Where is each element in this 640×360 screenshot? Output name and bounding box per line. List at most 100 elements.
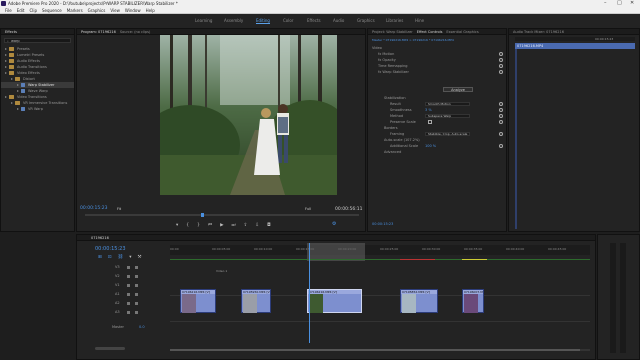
ec-section-row[interactable]: fx Warp Stabilizer [370,69,506,75]
workspace-graphics[interactable]: Graphics [357,18,375,23]
maximize-button[interactable]: □ [617,0,622,7]
tab-source[interactable]: Source: (no clips) [120,30,150,34]
workspace-hine[interactable]: Hine [415,18,424,23]
tab-effect-controls[interactable]: Effect Controls [417,30,443,34]
timeline-clip-selected[interactable]: 07196216.MP4 [V] [307,289,362,313]
track-header[interactable]: A3 [91,310,169,318]
quality-dropdown[interactable]: Full [305,207,311,211]
tab-sequence[interactable]: 07196216 [91,236,109,240]
ec-param-value[interactable]: 100 % [425,144,436,148]
timeline-horizontal-scrollbar[interactable] [170,349,590,351]
mute-icon[interactable] [127,302,130,305]
workspace-audio[interactable]: Audio [333,18,344,23]
minimize-button[interactable]: – [604,0,607,7]
program-current-timecode[interactable]: 00:00:15:23 [80,206,107,211]
mark-in-icon[interactable]: { [186,223,189,228]
ec-param-dropdown[interactable]: Stabilize, Crop, Auto-scale [425,131,470,137]
expand-triangle-icon[interactable] [5,60,7,62]
expand-triangle-icon[interactable] [5,72,7,74]
track-header[interactable]: V1 [91,283,169,291]
extract-icon[interactable]: ⇩ [255,223,259,228]
ec-param-dropdown[interactable]: Smooth Motion [425,101,470,107]
reset-icon[interactable] [499,102,503,106]
tab-essential-graphics[interactable]: Essential Graphics [446,30,478,34]
reset-icon[interactable] [499,70,503,74]
expand-triangle-icon[interactable] [5,54,7,56]
program-video-frame[interactable] [160,35,337,195]
eye-icon[interactable] [127,275,130,278]
program-playhead[interactable] [201,213,204,217]
workspace-libraries[interactable]: Libraries [386,18,403,23]
reset-icon[interactable] [499,114,503,118]
timeline-clip[interactable]: 07195950.MP4 [V] [241,289,271,313]
menu-view[interactable]: View [110,8,120,13]
track-header[interactable]: A2 [91,301,169,309]
reset-icon[interactable] [499,132,503,136]
add-marker-timeline-icon[interactable]: ▾ [129,255,131,260]
timeline-clip[interactable]: 07196007.MP4 [V] [462,289,484,313]
expand-triangle-icon[interactable] [17,84,19,86]
tab-effects[interactable]: Effects [5,30,17,34]
effects-tree-item[interactable]: VR Warp [1,106,74,112]
menu-file[interactable]: File [5,8,12,13]
expand-triangle-icon[interactable] [5,48,7,50]
lift-icon[interactable]: ⇪ [244,223,248,228]
tab-audio-track-mixer[interactable]: Audio Track Mixer: 07196216 [513,30,564,34]
expand-triangle-icon[interactable] [11,78,13,80]
preserve-scale-checkbox[interactable] [428,120,432,124]
step-back-icon[interactable]: ⏮ [208,222,212,228]
reset-icon[interactable] [499,108,503,112]
track-header[interactable]: V2 [91,274,169,282]
export-frame-icon[interactable]: ◘ [267,223,271,228]
workspace-assembly[interactable]: Assembly [224,18,243,23]
timeline-clip[interactable]: 07195852.MP4 [V] [400,289,438,313]
reset-icon[interactable] [499,58,503,62]
eye-icon[interactable] [127,266,130,269]
reset-icon[interactable] [499,52,503,56]
track-header[interactable]: V3 [91,265,169,273]
expand-triangle-icon[interactable] [11,102,13,104]
tab-project[interactable]: Project: Warp Stabilizer [372,30,413,34]
ec-param-dropdown[interactable]: Subspace Warp [425,113,470,119]
timeline-ruler[interactable]: 00:00 00:00:05:00 00:00:10:00 00:00:15:00 00… [170,245,590,255]
step-forward-icon[interactable]: ⏭ [232,222,236,228]
mini-clip[interactable]: 07196216.MP4 [515,43,635,49]
mute-icon[interactable] [127,293,130,296]
menu-graphics[interactable]: Graphics [88,8,106,13]
program-scrubber[interactable] [85,213,359,217]
solo-icon[interactable] [135,302,138,305]
workspace-learning[interactable]: Learning [195,18,212,23]
eye-icon[interactable] [127,284,130,287]
effects-search-input[interactable]: ⌕ warp [4,38,71,43]
reset-icon[interactable] [499,120,503,124]
workspace-editing[interactable]: Editing [256,18,270,24]
workspace-color[interactable]: Color [283,18,293,23]
close-button[interactable]: ✕ [630,0,634,7]
nest-icon[interactable]: ⊞ [98,255,102,260]
linked-selection-icon[interactable]: ⛓ [118,255,124,260]
ec-param-value[interactable]: 3 % [425,108,432,112]
expand-triangle-icon[interactable] [5,66,7,68]
menu-markers[interactable]: Markers [67,8,83,13]
expand-triangle-icon[interactable] [5,96,7,98]
tab-program[interactable]: Program: 07196216 [81,30,116,34]
solo-icon[interactable] [135,311,138,314]
menu-help[interactable]: Help [146,8,155,13]
snap-icon[interactable]: ⊡ [108,255,112,260]
sync-lock-icon[interactable] [135,284,138,287]
menu-sequence[interactable]: Sequence [42,8,62,13]
master-volume-value[interactable]: 0.0 [139,325,145,329]
timeline-timecode[interactable]: 00:00:15:23 [95,246,126,252]
menu-edit[interactable]: Edit [17,8,25,13]
reset-icon[interactable] [499,144,503,148]
track-header[interactable]: A1 [91,292,169,300]
analyze-button[interactable]: Analyze [443,87,473,92]
timeline-playhead-line[interactable] [309,243,310,343]
add-marker-icon[interactable]: ▾ [176,223,178,228]
mute-icon[interactable] [127,311,130,314]
reset-icon[interactable] [499,64,503,68]
menu-clip[interactable]: Clip [29,8,37,13]
solo-icon[interactable] [135,293,138,296]
sync-lock-icon[interactable] [135,275,138,278]
menu-window[interactable]: Window [125,8,141,13]
